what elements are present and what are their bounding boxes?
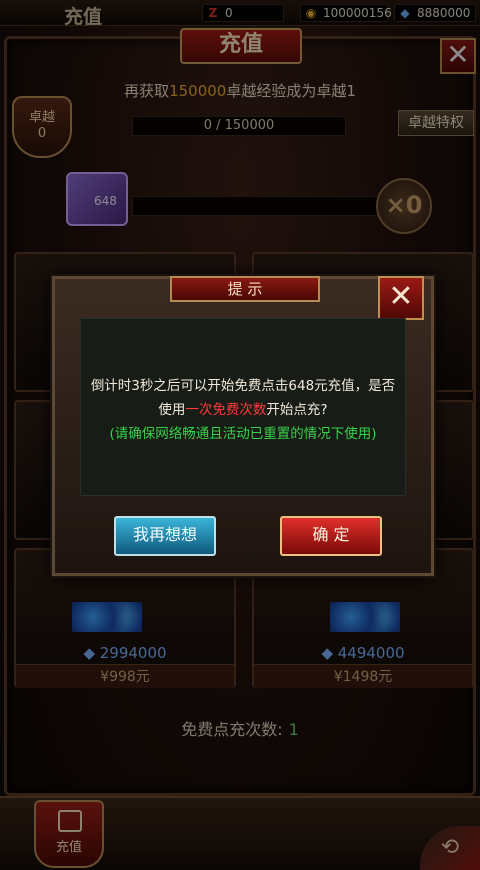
confirm-button[interactable]: 确 定 (280, 516, 382, 556)
dialog-title: 提 示 (170, 276, 320, 302)
dialog-message: 倒计时3秒之后可以开始免费点击648元充值，是否 使用一次免费次数开始点充? (… (84, 374, 402, 446)
dialog-close-button[interactable]: ✕ (378, 276, 424, 320)
dialog-line1: 倒计时3秒之后可以开始免费点击648元充值，是否 (90, 378, 396, 394)
dialog-line2: 使用一次免费次数开始点充? (158, 402, 328, 418)
dialog-note: (请确保网络畅通且活动已重置的情况下使用) (109, 426, 377, 442)
cancel-button[interactable]: 我再想想 (114, 516, 216, 556)
free-count-highlight: 一次免费次数 (185, 402, 267, 418)
